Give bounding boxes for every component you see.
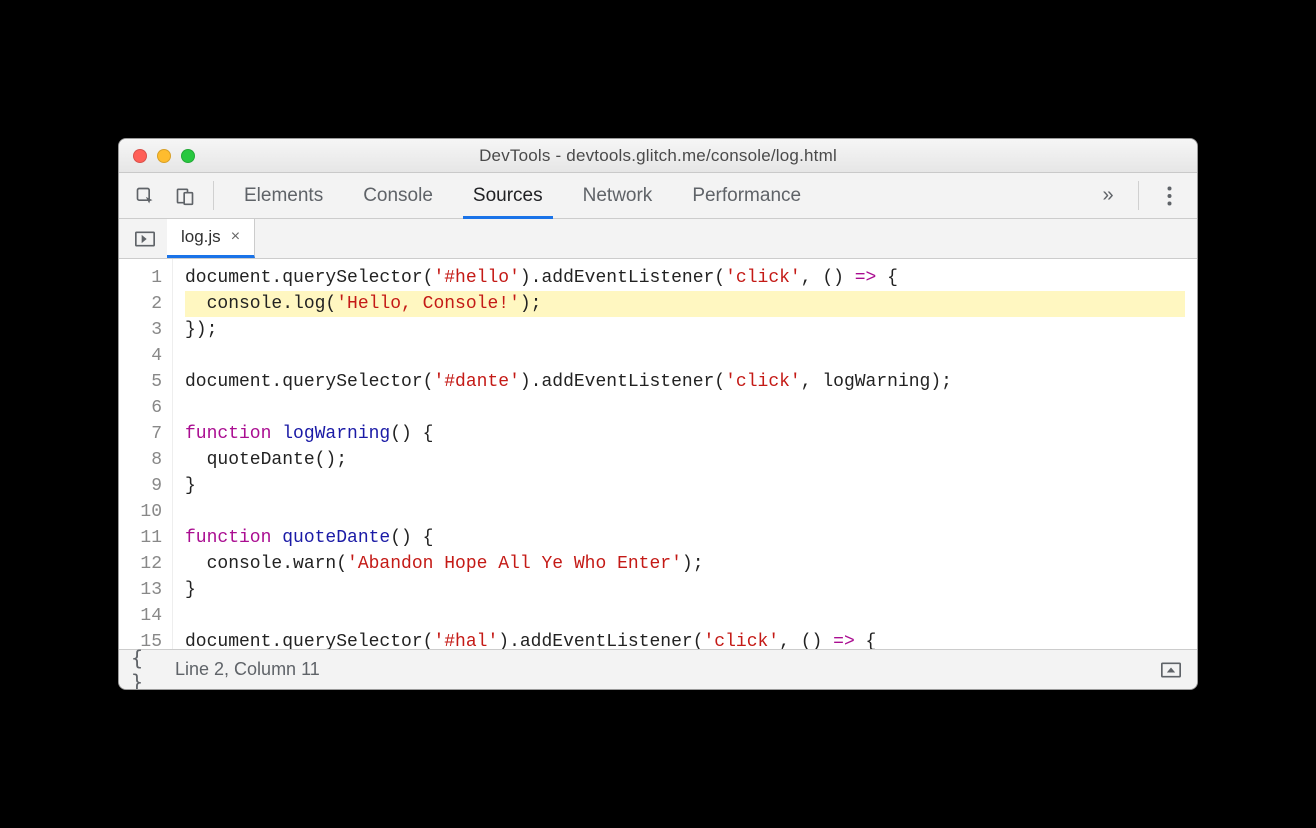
code-line[interactable] — [185, 395, 1185, 421]
close-file-tab-button[interactable]: × — [231, 228, 240, 246]
code-line[interactable]: }); — [185, 317, 1185, 343]
code-line[interactable]: document.querySelector('#hal').addEventL… — [185, 629, 1185, 649]
window-controls — [119, 149, 195, 163]
pretty-print-button[interactable]: { } — [131, 646, 159, 691]
statusbar: { } Line 2, Column 11 — [119, 649, 1197, 689]
line-number-gutter: 123456789101112131415 — [119, 259, 173, 649]
main-tabstrip: ElementsConsoleSourcesNetworkPerformance… — [119, 173, 1197, 219]
inspect-element-icon[interactable] — [127, 173, 163, 218]
line-number: 13 — [119, 577, 162, 603]
line-number: 3 — [119, 317, 162, 343]
line-number: 1 — [119, 265, 162, 291]
file-tab-log-js[interactable]: log.js × — [167, 219, 255, 258]
tabstrip-divider — [213, 181, 214, 210]
code-editor[interactable]: 123456789101112131415 document.querySele… — [119, 259, 1197, 649]
main-tabs: ElementsConsoleSourcesNetworkPerformance — [224, 173, 1084, 218]
line-number: 14 — [119, 603, 162, 629]
code-line[interactable]: quoteDante(); — [185, 447, 1185, 473]
tabstrip-divider-right — [1138, 181, 1139, 210]
line-number: 12 — [119, 551, 162, 577]
line-number: 2 — [119, 291, 162, 317]
file-tab-label: log.js — [181, 227, 221, 247]
tab-network[interactable]: Network — [563, 173, 673, 218]
code-line[interactable]: document.querySelector('#hello').addEven… — [185, 265, 1185, 291]
line-number: 10 — [119, 499, 162, 525]
code-line[interactable]: function logWarning() { — [185, 421, 1185, 447]
devtools-window: DevTools - devtools.glitch.me/console/lo… — [118, 138, 1198, 690]
line-number: 4 — [119, 343, 162, 369]
window-title: DevTools - devtools.glitch.me/console/lo… — [119, 146, 1197, 166]
show-navigator-button[interactable] — [127, 219, 163, 258]
tab-performance[interactable]: Performance — [672, 173, 821, 218]
chevron-double-right-icon: » — [1102, 184, 1113, 207]
line-number: 8 — [119, 447, 162, 473]
titlebar: DevTools - devtools.glitch.me/console/lo… — [119, 139, 1197, 173]
code-line[interactable] — [185, 499, 1185, 525]
more-tabs-button[interactable]: » — [1088, 173, 1128, 218]
line-number: 5 — [119, 369, 162, 395]
device-toolbar-icon[interactable] — [167, 173, 203, 218]
close-window-button[interactable] — [133, 149, 147, 163]
zoom-window-button[interactable] — [181, 149, 195, 163]
line-number: 6 — [119, 395, 162, 421]
code-line[interactable] — [185, 603, 1185, 629]
line-number: 11 — [119, 525, 162, 551]
code-area[interactable]: document.querySelector('#hello').addEven… — [173, 259, 1197, 649]
settings-menu-button[interactable] — [1149, 173, 1189, 218]
code-line[interactable]: console.warn('Abandon Hope All Ye Who En… — [185, 551, 1185, 577]
tab-elements[interactable]: Elements — [224, 173, 343, 218]
kebab-icon — [1167, 186, 1172, 206]
tab-sources[interactable]: Sources — [453, 173, 563, 218]
braces-icon: { } — [131, 646, 159, 691]
code-line[interactable] — [185, 343, 1185, 369]
minimize-window-button[interactable] — [157, 149, 171, 163]
line-number: 9 — [119, 473, 162, 499]
code-line[interactable]: function quoteDante() { — [185, 525, 1185, 551]
code-line[interactable]: console.log('Hello, Console!'); — [185, 291, 1185, 317]
tab-console[interactable]: Console — [343, 173, 453, 218]
code-line[interactable]: } — [185, 473, 1185, 499]
line-number: 7 — [119, 421, 162, 447]
show-console-drawer-button[interactable] — [1157, 662, 1185, 678]
code-line[interactable]: document.querySelector('#dante').addEven… — [185, 369, 1185, 395]
cursor-position-label: Line 2, Column 11 — [175, 659, 320, 680]
code-line[interactable]: } — [185, 577, 1185, 603]
file-tabbar: log.js × — [119, 219, 1197, 259]
